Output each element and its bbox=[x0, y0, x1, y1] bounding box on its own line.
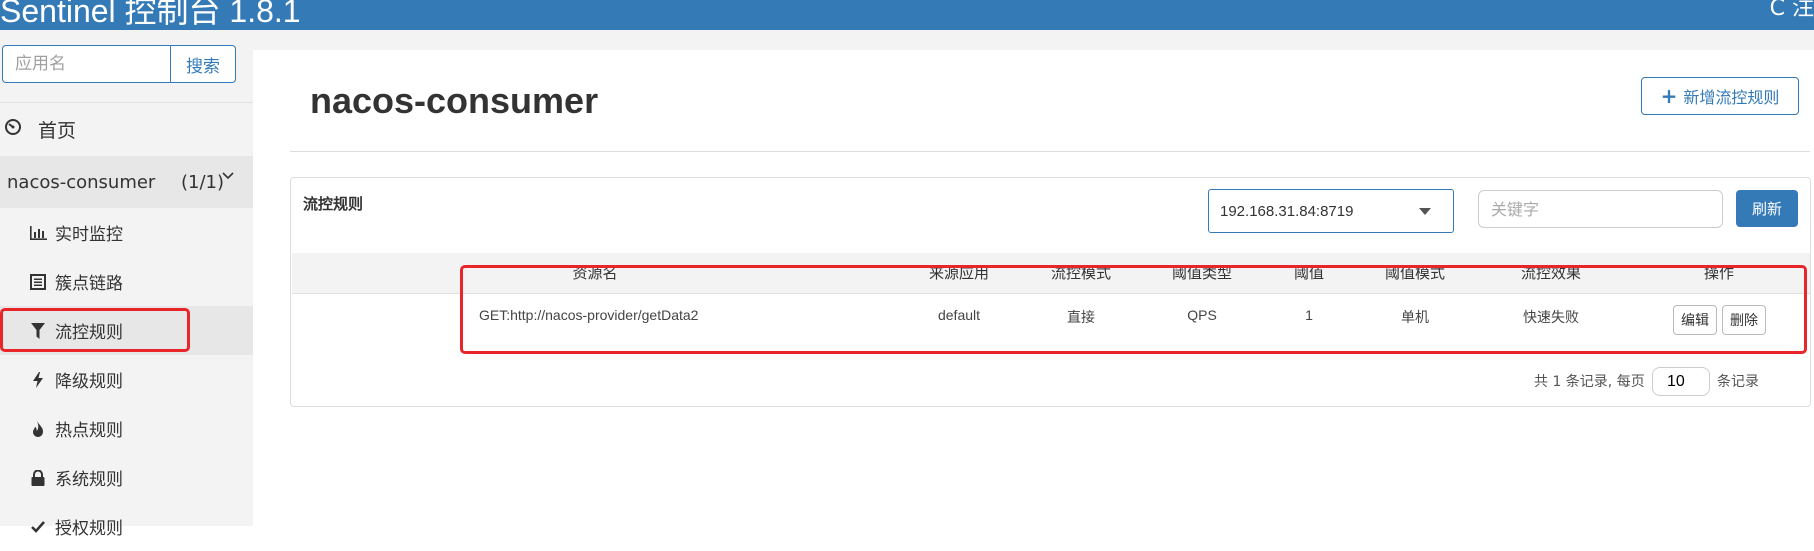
page-size-input[interactable] bbox=[1652, 367, 1710, 396]
sidebar-item-label: 授权规则 bbox=[55, 519, 123, 539]
sidebar: 搜索 首页 nacos-consumer (1/1) 实时监控 簇点链路 流控规… bbox=[0, 30, 253, 539]
sidebar-item-realtime-monitor[interactable]: 实时监控 bbox=[0, 208, 253, 257]
app-search: 搜索 bbox=[2, 45, 236, 83]
check-icon bbox=[27, 519, 49, 535]
content-top-strip bbox=[253, 30, 1814, 50]
sidebar-item-label: 热点规则 bbox=[55, 421, 123, 441]
add-flow-rule-button[interactable]: + 新增流控规则 bbox=[1641, 77, 1799, 115]
machine-select[interactable]: 192.168.31.84:8719 bbox=[1208, 189, 1454, 233]
sidebar-app-nacos-consumer[interactable]: nacos-consumer (1/1) bbox=[0, 156, 253, 208]
keyword-input[interactable] bbox=[1478, 190, 1723, 228]
sidebar-item-label: 系统规则 bbox=[55, 470, 123, 490]
machine-select-value: 192.168.31.84:8719 bbox=[1220, 202, 1354, 220]
top-navbar: Sentinel 控制台 1.8.1 C 注 bbox=[0, 0, 1814, 30]
lock-icon bbox=[27, 469, 49, 486]
search-button[interactable]: 搜索 bbox=[170, 45, 236, 83]
app-title[interactable]: Sentinel 控制台 1.8.1 bbox=[0, 0, 301, 30]
sidebar-item-cluster-point[interactable]: 簇点链路 bbox=[0, 257, 253, 306]
pager-total-text: 共 1 条记录, 每页 bbox=[1534, 374, 1645, 390]
app-name: nacos-consumer bbox=[7, 171, 156, 193]
caret-down-icon bbox=[1419, 208, 1431, 215]
sidebar-item-label: 实时监控 bbox=[55, 225, 123, 245]
dashboard-icon bbox=[4, 118, 22, 141]
sidebar-item-label: 降级规则 bbox=[55, 372, 123, 392]
plus-icon: + bbox=[1660, 84, 1678, 108]
panel-title: 流控规则 bbox=[303, 195, 364, 213]
highlight-box-table bbox=[460, 265, 1807, 354]
refresh-button[interactable]: 刷新 bbox=[1736, 190, 1798, 227]
page-title: nacos-consumer bbox=[310, 80, 599, 121]
sidebar-item-degrade-rules[interactable]: 降级规则 bbox=[0, 355, 253, 404]
app-search-input[interactable] bbox=[2, 45, 170, 83]
sidebar-item-home[interactable]: 首页 bbox=[0, 103, 253, 156]
pager-suffix-text: 条记录 bbox=[1717, 374, 1759, 390]
bar-chart-icon bbox=[27, 225, 49, 240]
flash-icon bbox=[27, 371, 49, 388]
sidebar-item-label: 首页 bbox=[38, 120, 77, 142]
add-flow-rule-label: 新增流控规则 bbox=[1683, 88, 1780, 107]
sidebar-item-label: 簇点链路 bbox=[55, 274, 123, 294]
sidebar-item-system-rules[interactable]: 系统规则 bbox=[0, 453, 253, 502]
sidebar-item-authority-rules[interactable]: 授权规则 bbox=[0, 502, 253, 551]
sidebar-item-hotspot-rules[interactable]: 热点规则 bbox=[0, 404, 253, 453]
chevron-down-icon bbox=[222, 169, 234, 185]
navbar-right-link[interactable]: C 注 bbox=[1770, 0, 1814, 22]
list-icon bbox=[27, 273, 49, 290]
title-divider bbox=[290, 151, 1810, 152]
highlight-box-sidebar bbox=[0, 308, 190, 352]
fire-icon bbox=[27, 420, 49, 437]
machine-count: (1/1) bbox=[181, 171, 225, 193]
